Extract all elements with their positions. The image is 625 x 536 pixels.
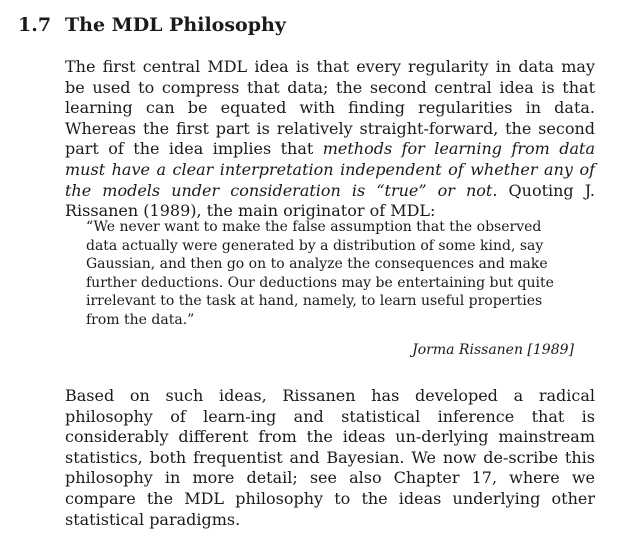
section-title: The MDL Philosophy [65,14,286,36]
quote-attribution: Jorma Rissanen [1989] [412,342,574,358]
section-heading: 1.7 The MDL Philosophy [18,14,286,36]
section-number: 1.7 [18,14,52,36]
body-paragraph-2: Based on such ideas, Rissanen has develo… [65,386,595,529]
body-paragraph-1: The first central MDL idea is that every… [65,57,595,222]
block-quote: “We never want to make the false assumpt… [86,219,554,328]
